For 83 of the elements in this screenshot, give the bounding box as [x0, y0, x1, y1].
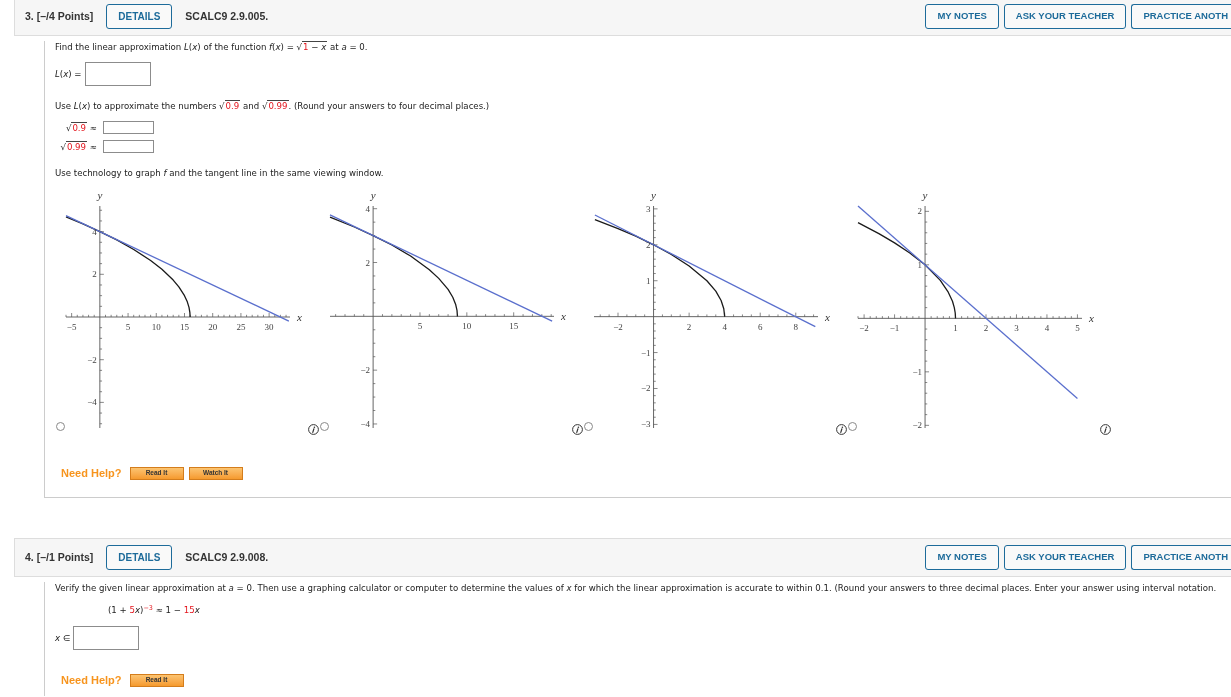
axis-label: x [297, 311, 302, 323]
answer-field[interactable] [73, 626, 140, 650]
tick-label: −2 [613, 321, 623, 332]
tick-label: 2 [983, 323, 989, 334]
header-button[interactable]: PRACTICE ANOTH [1131, 4, 1231, 29]
tick-label: 2 [92, 269, 97, 280]
axis-label: y [370, 189, 376, 201]
info-icon[interactable] [308, 424, 319, 435]
tick-label: 4 [1044, 323, 1050, 334]
tick-label: 20 [208, 322, 218, 332]
question-text: Use L(x) to approximate the numbers √0.9 and √0.99. (Round your answers to four decimal places.) [55, 100, 491, 112]
info-icon[interactable] [572, 424, 583, 435]
tick-label: 15 [180, 322, 189, 332]
answer-label: x ∈ [55, 632, 71, 644]
axis-label: x [825, 310, 830, 323]
problem-code: SCALC9 2.9.005. [185, 8, 269, 24]
tick-label: −3 [641, 419, 651, 430]
tick-label: −4 [87, 397, 97, 408]
problem-number: 4. [–/1 Points] [25, 549, 94, 565]
tick-label: 30 [264, 322, 274, 332]
tick-label: −1 [912, 366, 923, 377]
radio-button[interactable] [848, 422, 857, 431]
details-button[interactable]: DETAILS [106, 4, 173, 29]
tick-label: −2 [641, 383, 651, 394]
tick-label: −5 [66, 322, 77, 332]
radio-button[interactable] [584, 422, 593, 431]
tick-label: −2 [912, 420, 923, 431]
answer-label: L(x) = [55, 68, 82, 80]
tick-label: −2 [87, 354, 97, 365]
answer-field[interactable] [103, 140, 154, 153]
info-icon[interactable] [836, 424, 847, 435]
tick-label: 3 [1014, 323, 1019, 334]
help-label: Need Help? [61, 466, 122, 480]
axis-label: x [561, 310, 566, 323]
tick-label: −2 [360, 365, 371, 376]
tick-label: 3 [646, 203, 651, 214]
tick-label: 1 [646, 275, 651, 286]
help-label: Need Help? [61, 673, 122, 687]
header-button[interactable]: ASK YOUR TEACHER [1003, 4, 1127, 29]
answer-label: √0.99 ≈ [60, 140, 97, 153]
tick-label: 1 [953, 323, 958, 334]
tick-label: 10 [462, 321, 472, 332]
tick-label: 6 [757, 321, 763, 332]
tick-label: 8 [793, 321, 799, 332]
axis-label: y [651, 189, 656, 201]
tick-label: −4 [360, 418, 371, 429]
tick-label: 5 [417, 321, 423, 332]
tick-label: 15 [509, 321, 519, 332]
question-text: Use technology to graph f and the tangent line in the same viewing window. [55, 167, 385, 179]
problem-number: 3. [–/4 Points] [25, 8, 94, 24]
info-icon[interactable] [1100, 424, 1111, 435]
tick-label: 1 [917, 259, 923, 270]
tick-label: −2 [859, 323, 869, 334]
tick-label: 25 [236, 322, 246, 332]
tick-label: 4 [722, 321, 727, 332]
tick-label: −1 [641, 347, 651, 358]
problem-code: SCALC9 2.9.008. [185, 549, 269, 565]
tick-label: 2 [686, 321, 692, 332]
answer-field[interactable] [103, 121, 154, 134]
tick-label: 2 [646, 239, 651, 250]
details-button[interactable]: DETAILS [106, 545, 173, 570]
header-button[interactable]: ASK YOUR TEACHER [1003, 545, 1127, 570]
formula: (1 + 5x)$^{−3}$ ≈ 1 − 15x [108, 603, 200, 617]
header-button[interactable]: PRACTICE ANOTH [1131, 545, 1231, 570]
answer-label: √0.9 ≈ [65, 121, 97, 134]
radio-button[interactable] [320, 422, 329, 431]
axis-label: y [97, 189, 103, 201]
tick-label: 10 [151, 322, 161, 332]
axis-label: x [1089, 312, 1094, 325]
radio-button[interactable] [56, 422, 65, 431]
header-button[interactable]: MY NOTES [925, 4, 999, 29]
answer-field[interactable] [84, 62, 151, 86]
tick-label: 5 [1075, 323, 1080, 334]
tick-label: 2 [917, 206, 923, 217]
question-text: Verify the given linear approximation at a = 0. Then use a graphing calculator or computer to determine the values of x for which the linear approximation is accurate to within 0.1. (Round your answers to three decimal places. Enter your answer using interval notation. [55, 582, 1218, 594]
tick-label: 2 [365, 257, 371, 268]
tick-label: 4 [92, 226, 97, 237]
tick-label: −1 [889, 323, 900, 334]
header-button[interactable]: MY NOTES [925, 545, 999, 570]
question-text: Find the linear approximation L(x) of the function f(x) = √1 − x at a = 0. [55, 41, 369, 53]
tick-label: 5 [125, 322, 131, 332]
axis-label: y [922, 189, 928, 201]
tick-label: 4 [365, 203, 371, 214]
